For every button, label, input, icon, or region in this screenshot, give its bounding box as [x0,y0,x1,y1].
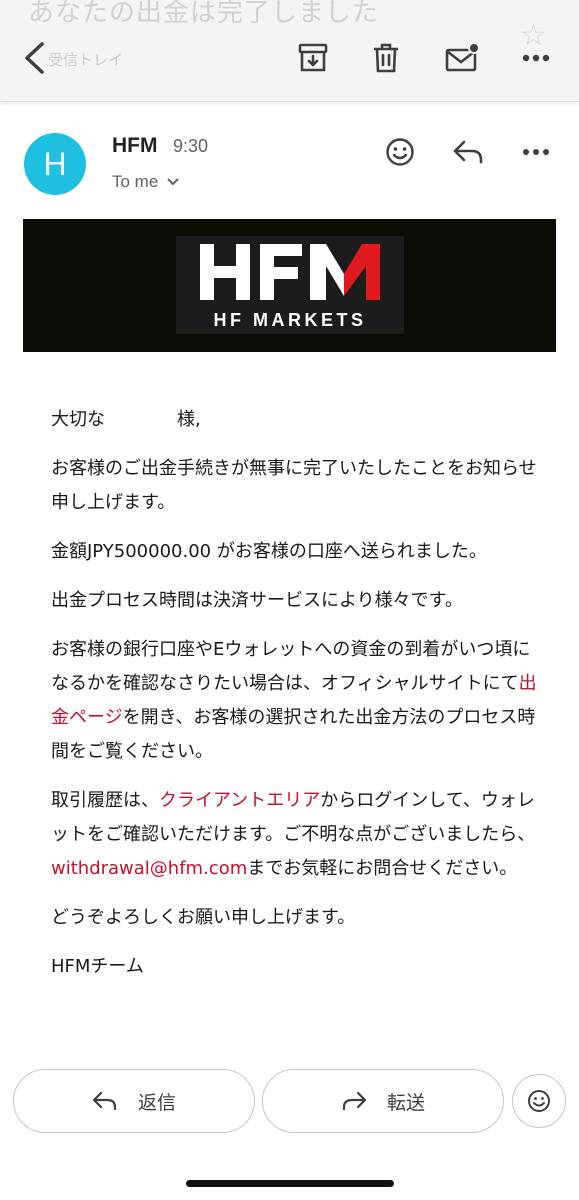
reply-icon[interactable] [446,130,490,174]
sender-name: HFM [112,134,158,157]
emoji-reply-button[interactable] [512,1074,566,1128]
reply-label: 返信 [137,1091,176,1114]
more-icon[interactable] [514,36,558,80]
paragraph-history: 取引履歴は、クライアントエリアからログインして、ウォレットをご確認いただけます。… [51,784,541,886]
avatar[interactable]: H [24,133,86,195]
paragraph-arrival: お客様の銀行口座やEウォレットへの資金の到着がいつ頃になるかを確認なさりたい場合… [51,633,541,769]
reply-button[interactable]: 返信 [13,1069,255,1133]
recipient-label: To me [112,172,159,191]
back-arrow-icon[interactable] [12,36,56,80]
client-area-link[interactable]: クライアントエリア [159,790,320,811]
home-indicator[interactable] [186,1180,394,1187]
top-toolbar: あなたの出金は完了しました ☆ 受信トレイ [0,0,579,102]
chevron-down-icon [167,178,180,186]
paragraph-process-time: 出金プロセス時間は決済サービスにより様々です。 [51,590,463,611]
history-text-a: 取引履歴は、 [51,790,159,811]
sent-time: 9:30 [173,136,209,156]
reply-icon [92,1091,117,1111]
emoji-icon [528,1090,550,1112]
forward-icon [342,1091,367,1111]
logo-subtitle: HF MARKETS [214,310,367,330]
scrolled-subject: あなたの出金は完了しました [28,0,380,28]
archive-icon[interactable] [291,36,335,80]
email-link[interactable]: withdrawal@hfm.com [51,858,247,879]
arrival-text-b: を開き、お客様の選択された出金方法のプロセス時間をご覧ください。 [51,707,536,762]
closing-line: どうぞよろしくお願い申し上げます。 [51,907,356,928]
emoji-reaction-icon[interactable] [378,130,422,174]
forward-button[interactable]: 転送 [262,1069,504,1133]
forward-label: 転送 [386,1091,425,1114]
hfm-logo: HF MARKETS [176,236,404,334]
message-more-icon[interactable] [514,130,558,174]
greeting: 大切な 様, [51,409,201,430]
trash-icon[interactable] [364,36,408,80]
history-text-c: までお気軽にお問合せください。 [247,858,518,879]
email-body: 大切な 様, お客様のご出金手続きが無事に完了いたしたことをお知らせ申し上げます… [51,403,541,984]
folder-label: 受信トレイ [48,51,124,69]
paragraph-completed: お客様のご出金手続きが無事に完了いたしたことをお知らせ申し上げます。 [51,458,537,513]
signature: HFMチーム [51,956,144,977]
mail-unread-icon[interactable] [440,36,484,80]
arrival-text-a: お客様の銀行口座やEウォレットへの資金の到着がいつ頃になるかを確認なさりたい場合… [51,639,531,694]
paragraph-amount: 金額JPY500000.00 がお客様の口座へ送られました。 [51,541,487,562]
recipients-toggle[interactable]: To me [112,172,180,192]
